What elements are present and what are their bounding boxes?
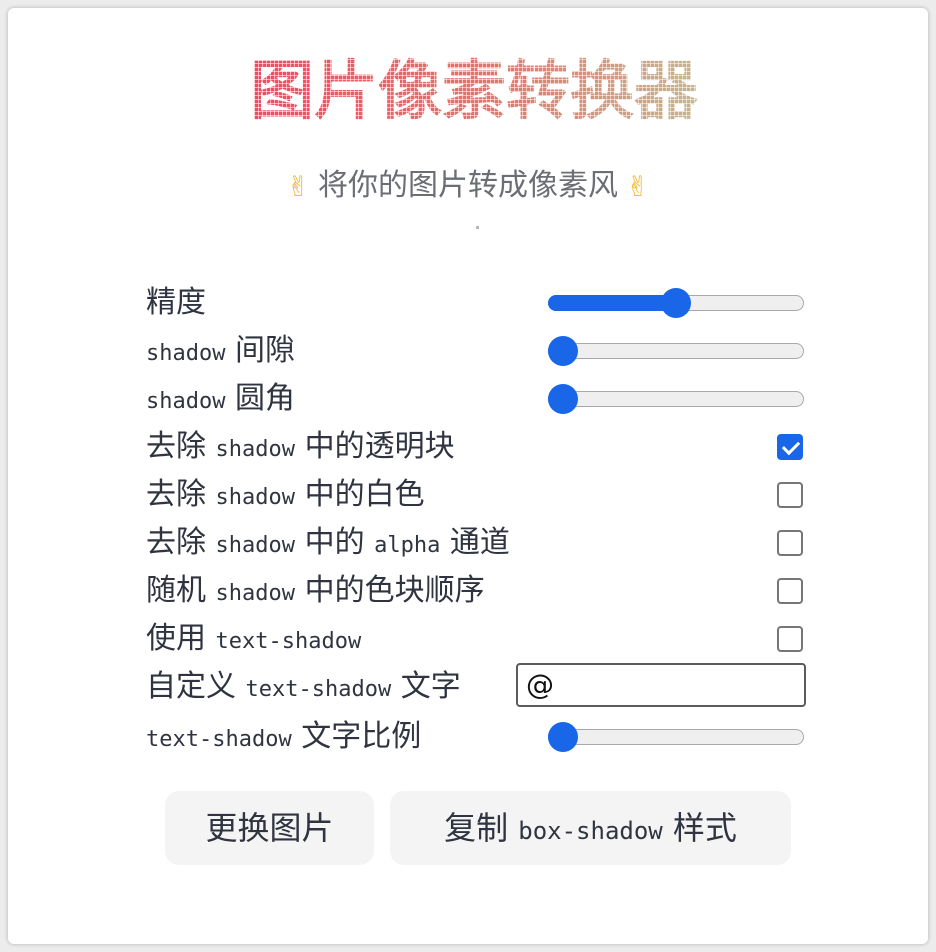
custom-text-label: 自定义 text-shadow 文字 xyxy=(146,669,461,704)
use-text-shadow-row: 使用 text-shadow xyxy=(146,617,810,661)
use-text-shadow-label: 使用 text-shadow xyxy=(146,621,362,656)
shadow-gap-label: shadow 间隙 xyxy=(146,333,296,368)
remove-transparent-row: 去除 shadow 中的透明块 xyxy=(146,425,810,469)
shadow-gap-slider[interactable] xyxy=(548,336,804,366)
text-scale-row: text-shadow 文字比例 xyxy=(146,715,810,759)
victory-hand-icon: ✌ xyxy=(626,169,650,203)
slider-track xyxy=(548,343,804,359)
custom-text-row: 自定义 text-shadow 文字 @ xyxy=(146,663,810,709)
precision-row: 精度 xyxy=(146,281,810,325)
precision-label: 精度 xyxy=(146,285,206,320)
victory-hand-icon: ✌ xyxy=(286,169,310,203)
page-title-text: 图片像素转换器 xyxy=(250,52,702,132)
copy-box-shadow-button[interactable]: 复制 box-shadow 样式 xyxy=(390,791,791,865)
text-scale-slider[interactable] xyxy=(548,722,804,752)
random-order-checkbox[interactable] xyxy=(777,578,803,604)
shadow-gap-row: shadow 间隙 xyxy=(146,329,810,373)
random-order-label: 随机 shadow 中的色块顺序 xyxy=(146,573,485,608)
remove-white-checkbox[interactable] xyxy=(777,482,803,508)
precision-slider[interactable] xyxy=(548,288,804,318)
slider-thumb[interactable] xyxy=(548,384,578,414)
remove-alpha-label: 去除 shadow 中的 alpha 通道 xyxy=(146,525,510,560)
shadow-radius-row: shadow 圆角 xyxy=(146,377,810,421)
shadow-radius-slider[interactable] xyxy=(548,384,804,414)
use-text-shadow-checkbox[interactable] xyxy=(777,626,803,652)
slider-thumb[interactable] xyxy=(548,722,578,752)
remove-alpha-checkbox[interactable] xyxy=(777,530,803,556)
change-image-button[interactable]: 更换图片 xyxy=(165,791,374,865)
remove-alpha-row: 去除 shadow 中的 alpha 通道 xyxy=(146,521,810,565)
remove-white-label: 去除 shadow 中的白色 xyxy=(146,477,425,512)
shadow-radius-label: shadow 圆角 xyxy=(146,381,296,416)
remove-transparent-checkbox[interactable] xyxy=(777,434,803,460)
slider-fill xyxy=(548,295,676,311)
subtitle: ✌ 将你的图片转成像素风 ✌ xyxy=(0,166,936,207)
remove-transparent-label: 去除 shadow 中的透明块 xyxy=(146,429,455,464)
random-order-row: 随机 shadow 中的色块顺序 xyxy=(146,569,810,613)
slider-thumb[interactable] xyxy=(661,288,691,318)
slider-thumb[interactable] xyxy=(548,336,578,366)
slider-track xyxy=(548,729,804,745)
preview-placeholder xyxy=(476,226,479,229)
checkmark-icon xyxy=(781,436,801,456)
remove-white-row: 去除 shadow 中的白色 xyxy=(146,473,810,517)
custom-text-input[interactable]: @ xyxy=(516,663,806,707)
subtitle-text: 将你的图片转成像素风 xyxy=(318,168,618,203)
text-scale-label: text-shadow 文字比例 xyxy=(146,719,422,754)
page-title: 图片像素转换器 xyxy=(250,52,702,132)
slider-track xyxy=(548,391,804,407)
